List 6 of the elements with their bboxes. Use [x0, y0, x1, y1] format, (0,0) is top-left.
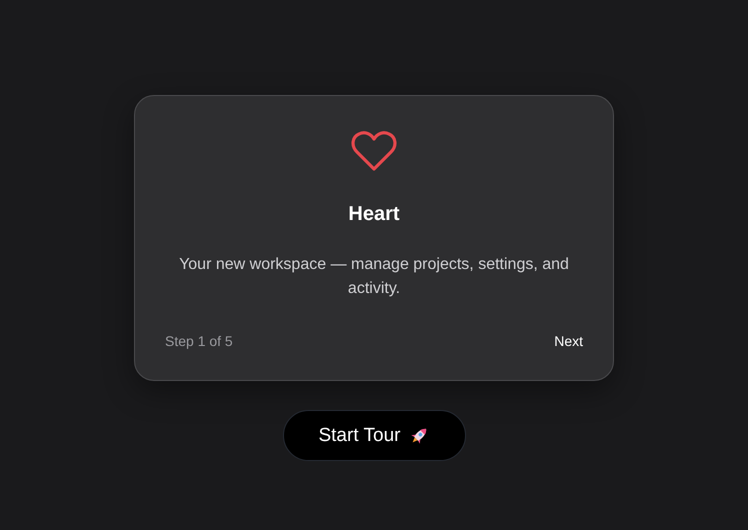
heart-icon: [350, 129, 398, 173]
card-description: Your new workspace — manage projects, settings, and activity.: [178, 255, 570, 299]
next-button[interactable]: Next: [554, 333, 583, 349]
start-tour-button[interactable]: Start Tour: [282, 410, 466, 461]
card-title: Heart: [348, 203, 400, 226]
step-counter: Step 1 of 5: [165, 333, 233, 349]
